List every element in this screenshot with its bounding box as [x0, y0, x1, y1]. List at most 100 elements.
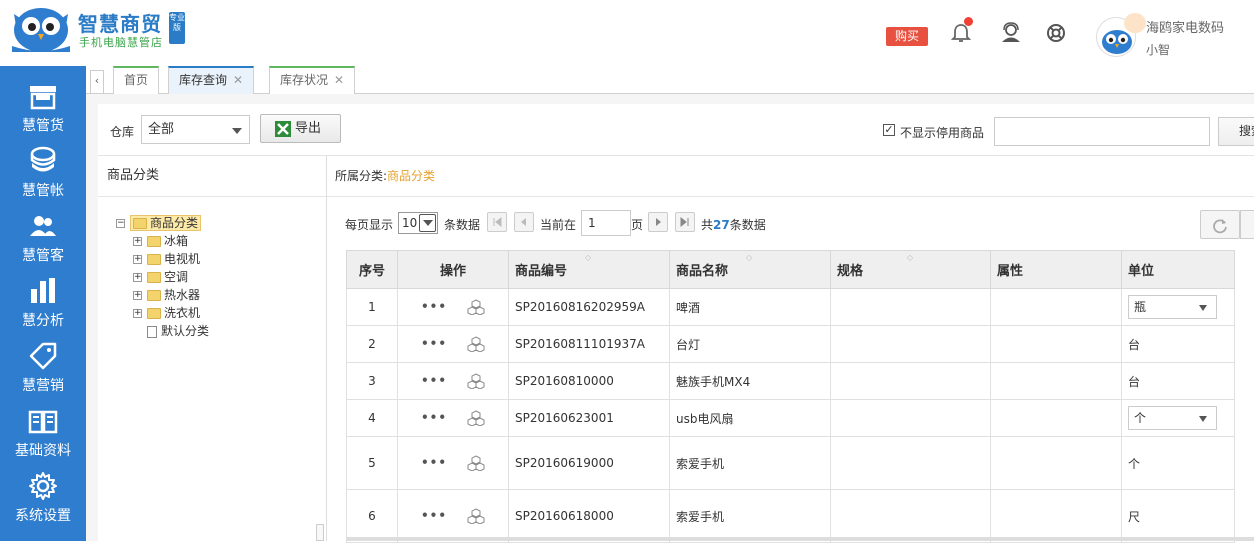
- hide-disabled-checkbox[interactable]: ✓: [883, 124, 895, 136]
- column-header[interactable]: 规格 ◇: [830, 250, 991, 289]
- column-header[interactable]: 商品名称 ◇: [669, 250, 831, 289]
- unit-value: 个: [1134, 411, 1147, 425]
- cell-unit: 尺: [1121, 489, 1235, 543]
- search-button[interactable]: 搜索: [1218, 117, 1254, 146]
- cubes-icon[interactable]: [467, 410, 485, 427]
- refresh-icon: [1213, 219, 1227, 234]
- cell-unit: 个: [1121, 436, 1235, 490]
- cubes-icon[interactable]: [467, 455, 485, 472]
- column-header[interactable]: 序号: [346, 250, 398, 289]
- inventory-grid-panel: 所属分类:商品分类 每页显示 10 条数据 当前在 1 页 共27条数据 序号 …: [327, 156, 1254, 543]
- tree-node[interactable]: + 洗衣机: [133, 304, 200, 322]
- close-icon[interactable]: ✕: [334, 73, 344, 87]
- expand-icon[interactable]: +: [133, 309, 142, 318]
- expand-icon[interactable]: +: [133, 237, 142, 246]
- sort-icon[interactable]: ◇: [585, 253, 591, 262]
- tree-node-label: 商品分类: [150, 216, 199, 230]
- next-page-button[interactable]: [648, 212, 668, 232]
- warehouse-select[interactable]: 全部: [141, 115, 250, 144]
- edition-badge: 专业版: [169, 12, 185, 44]
- cubes-icon[interactable]: [467, 373, 485, 390]
- tab-bar: ‹ 首页 库存查询 ✕ 库存状况 ✕: [86, 66, 1254, 94]
- more-options-icon[interactable]: •••: [421, 509, 447, 523]
- buy-button[interactable]: 购买: [886, 27, 928, 46]
- table-row[interactable]: 2 ••• SP20160811101937A 台灯 台: [346, 325, 1235, 363]
- cell-name: usb电风扇: [669, 399, 831, 437]
- expand-icon[interactable]: +: [133, 255, 142, 264]
- cell-name: 魅族手机MX4: [669, 362, 831, 400]
- table-row[interactable]: 4 ••• SP20160623001 usb电风扇 个: [346, 399, 1235, 437]
- first-page-button[interactable]: [487, 212, 507, 232]
- product-code: SP20160623001: [515, 411, 614, 425]
- more-options-icon[interactable]: •••: [421, 456, 447, 470]
- sidebar-item-customers[interactable]: 慧管客: [0, 208, 86, 273]
- tab-scroll-left-button[interactable]: ‹: [90, 70, 104, 94]
- prev-page-button[interactable]: [514, 212, 534, 232]
- tree-node[interactable]: + 空调: [133, 268, 188, 286]
- sidebar-item-settings[interactable]: 系统设置: [0, 468, 86, 533]
- column-header[interactable]: 属性: [990, 250, 1122, 289]
- customer-service-icon[interactable]: [1000, 22, 1022, 44]
- users-icon: [30, 216, 56, 236]
- tree-node[interactable]: + 热水器: [133, 286, 200, 304]
- unit-value: 个: [1128, 456, 1141, 471]
- tree-node-root[interactable]: − 商品分类: [116, 214, 202, 232]
- unit-select[interactable]: 个: [1128, 406, 1217, 430]
- table-row[interactable]: 1 ••• SP20160816202959A 啤酒 瓶: [346, 288, 1235, 326]
- column-header[interactable]: 单位: [1121, 250, 1235, 289]
- cell-attr: [990, 399, 1122, 437]
- table-row[interactable]: 3 ••• SP20160810000 魅族手机MX4 台: [346, 362, 1235, 400]
- tree-node[interactable]: + 冰箱: [133, 232, 188, 250]
- sidebar-item-accounts[interactable]: 慧管帐: [0, 143, 86, 208]
- tree-node[interactable]: + 电视机: [133, 250, 200, 268]
- tree-node-label: 电视机: [164, 252, 201, 266]
- tab-inventory-query[interactable]: 库存查询 ✕: [168, 66, 255, 94]
- more-options-icon[interactable]: •••: [421, 374, 447, 388]
- cell-spec: [830, 436, 991, 490]
- sort-icon[interactable]: ◇: [746, 253, 752, 262]
- collapse-handle[interactable]: [316, 524, 324, 541]
- tab-inventory-status[interactable]: 库存状况 ✕: [269, 66, 356, 94]
- refresh-button[interactable]: [1200, 210, 1240, 239]
- table-row[interactable]: 5 ••• SP20160619000 索爱手机 个: [346, 436, 1235, 490]
- unit-value: 台: [1128, 337, 1141, 352]
- sidebar-item-basic-data[interactable]: 基础资料: [0, 403, 86, 468]
- per-page-select[interactable]: 10: [398, 212, 438, 234]
- tab-home[interactable]: 首页: [113, 66, 160, 94]
- total-prefix: 共: [701, 218, 714, 232]
- more-options-icon[interactable]: •••: [421, 337, 447, 351]
- help-lifebuoy-icon[interactable]: [1045, 22, 1067, 44]
- row-number: 2: [368, 337, 376, 351]
- horizontal-scrollbar[interactable]: [346, 537, 1254, 541]
- cubes-icon[interactable]: [467, 299, 485, 316]
- column-header[interactable]: 商品编号 ◇: [508, 250, 670, 289]
- tree-node-leaf[interactable]: 默认分类: [147, 322, 209, 340]
- sidebar-item-goods[interactable]: 慧管货: [0, 78, 86, 143]
- unit-select[interactable]: 瓶: [1128, 295, 1217, 319]
- page-number-input[interactable]: 1: [581, 210, 631, 236]
- hide-disabled-label: 不显示停用商品: [900, 126, 985, 140]
- sidebar-item-analysis[interactable]: 慧分析: [0, 273, 86, 338]
- cell-ops: •••: [397, 436, 509, 490]
- expand-icon[interactable]: +: [133, 273, 142, 282]
- column-settings-button[interactable]: [1240, 210, 1254, 239]
- search-input[interactable]: [994, 117, 1210, 146]
- cell-ops: •••: [397, 399, 509, 437]
- more-options-icon[interactable]: •••: [421, 411, 447, 425]
- last-page-button[interactable]: [675, 212, 695, 232]
- user-name[interactable]: 海鸥家电数码: [1146, 17, 1224, 36]
- export-button[interactable]: 导出: [260, 114, 341, 143]
- table-row[interactable]: 6 ••• SP20160618000 索爱手机 尺: [346, 489, 1235, 543]
- more-options-icon[interactable]: •••: [421, 300, 447, 314]
- close-icon[interactable]: ✕: [233, 73, 243, 87]
- collapse-icon[interactable]: −: [116, 219, 125, 228]
- last-page-icon: [680, 216, 689, 228]
- column-label: 商品编号: [515, 264, 568, 279]
- sidebar-item-marketing[interactable]: 慧营销: [0, 338, 86, 403]
- cubes-icon[interactable]: [467, 508, 485, 525]
- cubes-icon[interactable]: [467, 336, 485, 353]
- sort-icon[interactable]: ◇: [907, 253, 913, 262]
- expand-icon[interactable]: +: [133, 291, 142, 300]
- category-tree-panel: 商品分类 − 商品分类 + 冰箱 + 电视机 + 空调 + 热水器 + 洗衣机 默认分类: [98, 156, 327, 541]
- column-header[interactable]: 操作: [397, 250, 509, 289]
